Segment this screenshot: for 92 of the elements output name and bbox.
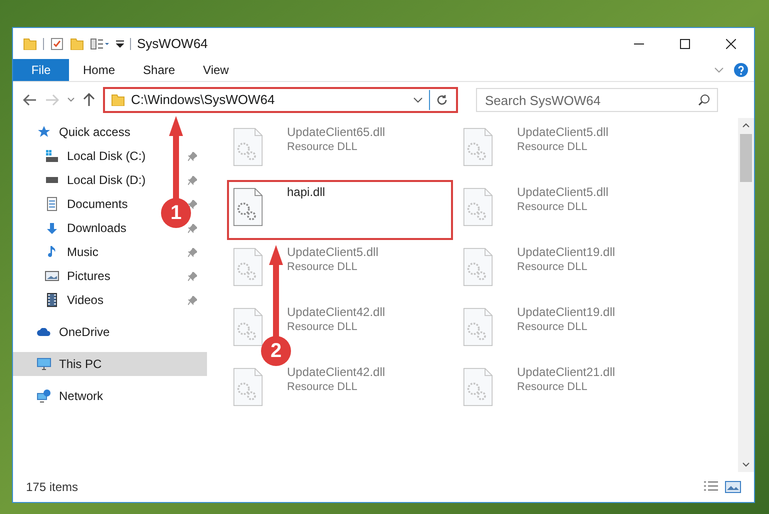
network-icon xyxy=(37,389,51,403)
sidebar-item[interactable]: Pictures xyxy=(67,267,110,285)
file-type: Resource DLL xyxy=(287,140,358,154)
ribbon-tab[interactable]: View xyxy=(189,59,243,81)
sidebar-item[interactable]: Local Disk (C:) xyxy=(67,147,146,165)
file-type: Resource DLL xyxy=(517,380,588,394)
close-icon xyxy=(726,38,736,48)
dll-file-icon[interactable] xyxy=(233,365,263,409)
file-name[interactable]: UpdateClient5.dll xyxy=(287,245,378,260)
file-name[interactable]: UpdateClient19.dll xyxy=(517,305,616,320)
back-arrow-icon[interactable] xyxy=(23,94,37,106)
sidebar-item[interactable]: Quick access xyxy=(59,123,130,141)
dll-file-icon[interactable] xyxy=(463,305,493,349)
sidebar-item[interactable]: Network xyxy=(59,387,104,405)
ribbon-tab[interactable]: Share xyxy=(129,59,190,81)
large-icons-view-icon[interactable] xyxy=(725,481,741,493)
dll-file-icon[interactable] xyxy=(233,245,263,289)
file-name[interactable]: UpdateClient42.dll xyxy=(287,305,386,320)
pin-icon[interactable] xyxy=(188,152,197,160)
sidebar-item[interactable]: Documents xyxy=(67,195,128,213)
minimize-icon xyxy=(634,42,644,44)
music-note-icon xyxy=(48,246,56,258)
file-type: Resource DLL xyxy=(287,380,358,394)
sidebar-item[interactable]: OneDrive xyxy=(59,323,110,341)
search-icon[interactable] xyxy=(698,94,710,106)
cloud-icon xyxy=(37,328,51,336)
checklist-icon[interactable] xyxy=(50,36,64,50)
chevron-down-icon[interactable] xyxy=(413,97,423,103)
dll-file-icon[interactable] xyxy=(463,245,493,289)
sidebar-label: This PC xyxy=(59,356,102,373)
file-name[interactable]: UpdateClient5.dll xyxy=(517,185,608,200)
up-arrow-icon[interactable] xyxy=(83,93,95,107)
sidebar-item[interactable]: Local Disk (D:) xyxy=(67,171,146,189)
dll-file-icon[interactable] xyxy=(233,185,263,229)
file-type: Resource DLL xyxy=(517,200,588,214)
film-icon xyxy=(47,293,57,307)
details-view-icon[interactable] xyxy=(703,481,719,493)
file-menu-button[interactable]: File xyxy=(13,59,69,81)
file-type: Resource DLL xyxy=(517,260,588,274)
sidebar-item[interactable]: Music xyxy=(67,243,98,261)
star-icon xyxy=(37,126,51,138)
document-icon xyxy=(47,197,57,211)
dll-file-icon[interactable] xyxy=(463,185,493,229)
pin-icon[interactable] xyxy=(188,200,197,208)
scrollbar-thumb[interactable] xyxy=(740,134,752,182)
item-count: 175 items xyxy=(26,479,78,496)
drive-icon xyxy=(45,177,59,183)
pin-icon[interactable] xyxy=(188,248,197,256)
maximize-icon xyxy=(680,38,690,48)
dll-file-icon[interactable] xyxy=(463,125,493,169)
picture-icon xyxy=(45,271,59,281)
scroll-down-icon[interactable] xyxy=(742,462,750,468)
folder-icon[interactable] xyxy=(23,38,37,50)
forward-arrow-icon[interactable] xyxy=(45,94,59,106)
window-title: SysWOW64 xyxy=(137,34,208,53)
file-type: Resource DLL xyxy=(287,260,358,274)
monitor-icon xyxy=(37,358,51,370)
address-path: C:\Windows\SysWOW64 xyxy=(131,91,275,110)
dropdown-icon[interactable] xyxy=(116,40,124,48)
dll-file-icon[interactable] xyxy=(233,305,263,349)
dll-file-icon[interactable] xyxy=(233,125,263,169)
drive-icon xyxy=(45,150,59,162)
dll-file-icon[interactable] xyxy=(463,365,493,409)
search-field[interactable]: Search SysWOW64 xyxy=(476,88,718,112)
sidebar-item[interactable]: Videos xyxy=(67,291,104,309)
selected-sidebar-item[interactable]: This PC xyxy=(13,352,207,376)
file-type: Resource DLL xyxy=(517,320,588,334)
file-name[interactable]: UpdateClient5.dll xyxy=(517,125,608,140)
file-name[interactable]: UpdateClient21.dll xyxy=(517,365,616,380)
file-type: Resource DLL xyxy=(287,320,358,334)
sidebar-item[interactable]: Downloads xyxy=(67,219,126,237)
scrollbar[interactable] xyxy=(738,118,754,472)
address-bar[interactable]: C:\Windows\SysWOW64 xyxy=(103,87,458,113)
download-arrow-icon xyxy=(47,222,57,234)
file-name[interactable]: UpdateClient19.dll xyxy=(517,245,616,260)
file-name[interactable]: UpdateClient42.dll xyxy=(287,365,386,380)
folder-icon[interactable] xyxy=(70,38,84,50)
file-name: hapi.dll xyxy=(287,185,326,200)
pin-icon[interactable] xyxy=(188,224,197,232)
pin-icon[interactable] xyxy=(188,296,197,304)
highlighted-file-item[interactable]: hapi.dll xyxy=(227,180,453,240)
folder-icon xyxy=(111,94,125,106)
file-type: Resource DLL xyxy=(517,140,588,154)
properties-icon[interactable] xyxy=(90,38,110,50)
file-name[interactable]: UpdateClient65.dll xyxy=(287,125,386,140)
refresh-icon[interactable] xyxy=(436,94,448,106)
chevron-down-icon[interactable] xyxy=(67,97,75,103)
pin-icon[interactable] xyxy=(188,176,197,184)
ribbon-tab[interactable]: Home xyxy=(69,59,130,81)
help-icon[interactable] xyxy=(734,63,748,77)
pin-icon[interactable] xyxy=(188,272,197,280)
scroll-up-icon[interactable] xyxy=(742,122,750,128)
